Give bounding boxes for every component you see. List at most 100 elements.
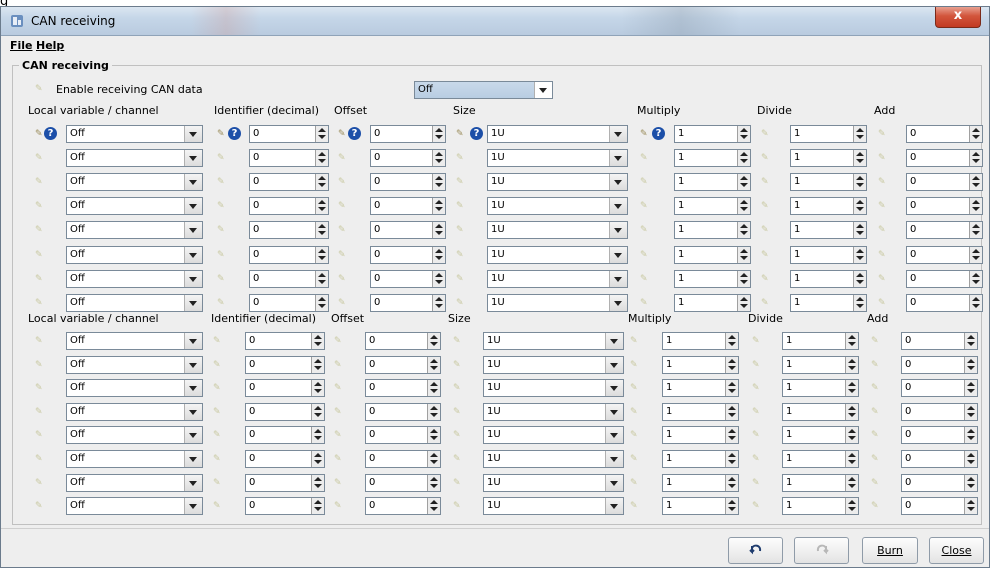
spinner-arrows-icon[interactable]	[845, 451, 858, 467]
offset-spinner[interactable]: 0	[370, 197, 446, 215]
spinner-arrows-icon[interactable]	[845, 404, 858, 420]
offset-spinner[interactable]: 0	[370, 125, 446, 143]
spinner-arrows-icon[interactable]	[427, 475, 440, 491]
channel-select[interactable]: Off	[66, 497, 203, 515]
add-spinner[interactable]: 0	[901, 426, 978, 444]
spinner-arrows-icon[interactable]	[969, 295, 982, 311]
divide-spinner[interactable]: 1	[782, 426, 859, 444]
multiply-spinner[interactable]: 1	[674, 125, 751, 143]
spinner-arrows-icon[interactable]	[311, 380, 324, 396]
spinner-arrows-icon[interactable]	[737, 271, 750, 287]
offset-spinner[interactable]: 0	[365, 426, 441, 444]
spinner-arrows-icon[interactable]	[315, 222, 328, 238]
add-spinner[interactable]: 0	[901, 474, 978, 492]
size-select[interactable]: 1U	[483, 403, 624, 421]
spinner-arrows-icon[interactable]	[969, 222, 982, 238]
size-select[interactable]: 1U	[487, 197, 628, 215]
add-spinner[interactable]: 0	[901, 497, 978, 515]
channel-select[interactable]: Off	[66, 149, 203, 167]
help-icon[interactable]: ?	[348, 127, 361, 140]
identifier-spinner[interactable]: 0	[249, 125, 329, 143]
multiply-spinner[interactable]: 1	[662, 426, 739, 444]
add-spinner[interactable]: 0	[906, 294, 983, 312]
spinner-arrows-icon[interactable]	[964, 357, 977, 373]
multiply-spinner[interactable]: 1	[662, 450, 739, 468]
spinner-arrows-icon[interactable]	[969, 150, 982, 166]
size-select[interactable]: 1U	[483, 426, 624, 444]
spinner-arrows-icon[interactable]	[432, 126, 445, 142]
divide-spinner[interactable]: 1	[782, 332, 859, 350]
offset-spinner[interactable]: 0	[365, 450, 441, 468]
spinner-arrows-icon[interactable]	[315, 198, 328, 214]
size-select[interactable]: 1U	[483, 356, 624, 374]
multiply-spinner[interactable]: 1	[674, 173, 751, 191]
spinner-arrows-icon[interactable]	[737, 198, 750, 214]
spinner-arrows-icon[interactable]	[315, 174, 328, 190]
size-select[interactable]: 1U	[483, 332, 624, 350]
spinner-arrows-icon[interactable]	[737, 222, 750, 238]
offset-spinner[interactable]: 0	[370, 149, 446, 167]
spinner-arrows-icon[interactable]	[315, 271, 328, 287]
spinner-arrows-icon[interactable]	[845, 498, 858, 514]
multiply-spinner[interactable]: 1	[662, 332, 739, 350]
channel-select[interactable]: Off	[66, 474, 203, 492]
divide-spinner[interactable]: 1	[790, 173, 867, 191]
divide-spinner[interactable]: 1	[790, 294, 867, 312]
spinner-arrows-icon[interactable]	[853, 271, 866, 287]
multiply-spinner[interactable]: 1	[662, 356, 739, 374]
spinner-arrows-icon[interactable]	[427, 427, 440, 443]
spinner-arrows-icon[interactable]	[737, 150, 750, 166]
divide-spinner[interactable]: 1	[790, 221, 867, 239]
divide-spinner[interactable]: 1	[782, 474, 859, 492]
multiply-spinner[interactable]: 1	[674, 294, 751, 312]
spinner-arrows-icon[interactable]	[311, 404, 324, 420]
offset-spinner[interactable]: 0	[365, 497, 441, 515]
spinner-arrows-icon[interactable]	[969, 174, 982, 190]
identifier-spinner[interactable]: 0	[249, 221, 329, 239]
help-icon[interactable]: ?	[470, 127, 483, 140]
spinner-arrows-icon[interactable]	[432, 295, 445, 311]
divide-spinner[interactable]: 1	[790, 149, 867, 167]
spinner-arrows-icon[interactable]	[725, 427, 738, 443]
spinner-arrows-icon[interactable]	[432, 271, 445, 287]
offset-spinner[interactable]: 0	[365, 356, 441, 374]
spinner-arrows-icon[interactable]	[427, 380, 440, 396]
size-select[interactable]: 1U	[487, 149, 628, 167]
channel-select[interactable]: Off	[66, 356, 203, 374]
spinner-arrows-icon[interactable]	[427, 333, 440, 349]
spinner-arrows-icon[interactable]	[969, 126, 982, 142]
identifier-spinner[interactable]: 0	[249, 294, 329, 312]
identifier-spinner[interactable]: 0	[249, 246, 329, 264]
size-select[interactable]: 1U	[487, 221, 628, 239]
spinner-arrows-icon[interactable]	[853, 198, 866, 214]
divide-spinner[interactable]: 1	[782, 356, 859, 374]
spinner-arrows-icon[interactable]	[725, 333, 738, 349]
spinner-arrows-icon[interactable]	[969, 198, 982, 214]
size-select[interactable]: 1U	[487, 125, 628, 143]
spinner-arrows-icon[interactable]	[964, 380, 977, 396]
multiply-spinner[interactable]: 1	[674, 197, 751, 215]
spinner-arrows-icon[interactable]	[845, 357, 858, 373]
divide-spinner[interactable]: 1	[782, 403, 859, 421]
menu-help[interactable]: Help	[36, 39, 64, 52]
multiply-spinner[interactable]: 1	[662, 403, 739, 421]
spinner-arrows-icon[interactable]	[845, 380, 858, 396]
multiply-spinner[interactable]: 1	[662, 379, 739, 397]
spinner-arrows-icon[interactable]	[853, 222, 866, 238]
identifier-spinner[interactable]: 0	[245, 497, 325, 515]
offset-spinner[interactable]: 0	[370, 173, 446, 191]
spinner-arrows-icon[interactable]	[432, 174, 445, 190]
channel-select[interactable]: Off	[66, 426, 203, 444]
spinner-arrows-icon[interactable]	[964, 404, 977, 420]
add-spinner[interactable]: 0	[906, 173, 983, 191]
spinner-arrows-icon[interactable]	[432, 222, 445, 238]
channel-select[interactable]: Off	[66, 332, 203, 350]
identifier-spinner[interactable]: 0	[245, 450, 325, 468]
add-spinner[interactable]: 0	[906, 246, 983, 264]
spinner-arrows-icon[interactable]	[725, 475, 738, 491]
identifier-spinner[interactable]: 0	[249, 270, 329, 288]
channel-select[interactable]: Off	[66, 221, 203, 239]
spinner-arrows-icon[interactable]	[725, 451, 738, 467]
spinner-arrows-icon[interactable]	[853, 247, 866, 263]
offset-spinner[interactable]: 0	[370, 246, 446, 264]
